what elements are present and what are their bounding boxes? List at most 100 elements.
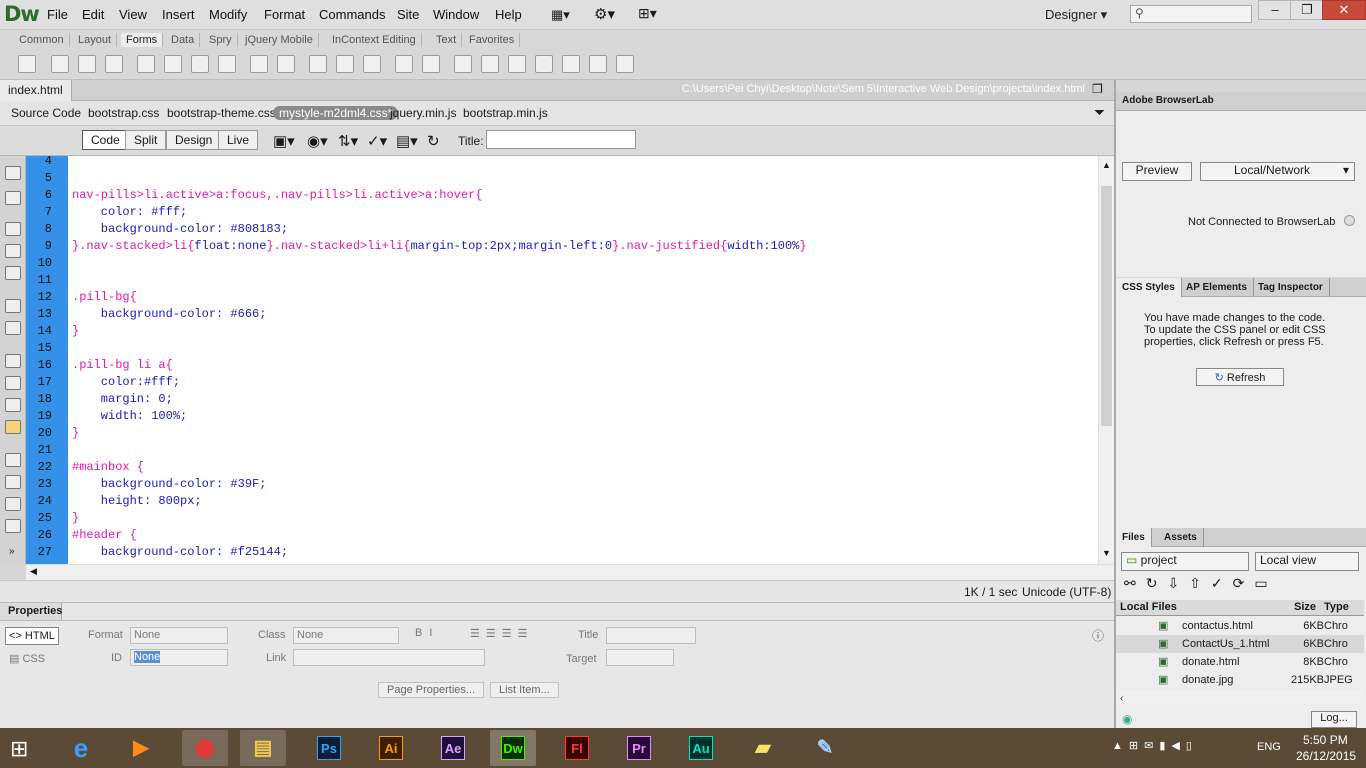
taskbar-app-ai-icon[interactable]: Ai <box>368 730 414 766</box>
file-row[interactable]: ▣ donate.html 8KB Chro <box>1116 653 1364 671</box>
insert-tab-text[interactable]: Text <box>431 33 463 47</box>
scroll-down-icon[interactable]: ▼ <box>1102 548 1111 558</box>
balance-braces-icon[interactable] <box>5 321 21 335</box>
radio-icon[interactable] <box>191 55 209 73</box>
sticky-notes-icon[interactable]: ▰ <box>740 730 786 766</box>
tab-files[interactable]: Files <box>1116 528 1152 547</box>
insert-tab-favorites[interactable]: Favorites <box>464 33 521 47</box>
document-tab[interactable]: index.html <box>0 80 72 101</box>
related-bootstrap-theme[interactable]: bootstrap-theme.css <box>167 106 276 120</box>
properties-header[interactable]: Properties <box>0 603 62 620</box>
title-input[interactable] <box>486 130 636 149</box>
label-icon[interactable] <box>395 55 413 73</box>
highlight-invalid-icon[interactable] <box>5 376 21 390</box>
chrome-icon[interactable]: ◉ <box>182 730 228 766</box>
code-line[interactable]: background-color: #f25144; <box>72 545 288 559</box>
id-select[interactable]: None <box>130 649 228 666</box>
checkbox-icon[interactable] <box>137 55 155 73</box>
tab-tag-inspector[interactable]: Tag Inspector <box>1252 278 1330 297</box>
vertical-scrollbar[interactable]: ▲ ▼ <box>1098 156 1114 564</box>
menu-help[interactable]: Help <box>495 7 522 22</box>
live-view-button[interactable]: Live <box>218 130 259 150</box>
start-icon[interactable]: ⊞ <box>10 736 28 762</box>
code-editor[interactable]: nav-pills>li.active>a:focus,.nav-pills>l… <box>68 156 1098 564</box>
ie-icon[interactable]: e <box>58 730 104 766</box>
code-line[interactable]: background-color: #39F; <box>72 477 267 491</box>
spry-select-icon[interactable] <box>535 55 553 73</box>
file-row[interactable]: ▣ ContactUs_1.html 6KB Chro <box>1116 635 1364 653</box>
jump-menu-icon[interactable] <box>277 55 295 73</box>
mode-select[interactable]: Local/Network ▾ <box>1200 162 1355 181</box>
layout-icon[interactable]: ▦▾ <box>551 7 570 23</box>
files-hscroll[interactable]: ‹ <box>1116 690 1364 704</box>
code-line[interactable]: } <box>72 511 79 525</box>
checkbox-group-icon[interactable] <box>164 55 182 73</box>
site-select[interactable]: ▭ project <box>1121 552 1249 571</box>
code-line[interactable]: #header { <box>72 528 137 542</box>
close-button[interactable]: ✕ <box>1322 0 1366 20</box>
code-line[interactable]: } <box>72 426 79 440</box>
radio-group-icon[interactable] <box>218 55 236 73</box>
clock-time[interactable]: 5:50 PM <box>1303 733 1348 747</box>
taskbar-app-au-icon[interactable]: Au <box>678 730 724 766</box>
related-source-code[interactable]: Source Code <box>11 106 81 120</box>
language-indicator[interactable]: ENG <box>1257 741 1281 753</box>
show-code-navigator-icon[interactable] <box>5 191 21 205</box>
code-line[interactable]: background-color: #666; <box>72 307 267 321</box>
spry-text-field-icon[interactable] <box>454 55 472 73</box>
collapse-full-tag-icon[interactable] <box>5 222 21 236</box>
visual-aids-icon[interactable]: ▤▾ <box>396 132 418 150</box>
taskbar-app-dw-icon[interactable]: Dw <box>490 730 536 766</box>
code-line[interactable]: .pill-bg li a{ <box>72 358 173 372</box>
menu-view[interactable]: View <box>119 7 147 22</box>
spry-radio-group-icon[interactable] <box>616 55 634 73</box>
gear-icon[interactable]: ⚙▾ <box>594 5 615 23</box>
hidden-field-icon[interactable] <box>363 55 381 73</box>
restore-doc-icon[interactable]: ❐ <box>1092 82 1103 96</box>
insert-tab-layout[interactable]: Layout <box>73 33 118 47</box>
browserlab-header[interactable]: Adobe BrowserLab <box>1116 92 1366 111</box>
format-select[interactable]: None <box>130 627 228 644</box>
scroll-left-icon[interactable]: ‹ <box>1116 693 1123 704</box>
fieldset-icon[interactable] <box>422 55 440 73</box>
insert-tab-jquery-mobile[interactable]: jQuery Mobile <box>240 33 319 47</box>
taskbar-app-ps-icon[interactable]: Ps <box>306 730 352 766</box>
tab-assets[interactable]: Assets <box>1158 528 1204 547</box>
menu-insert[interactable]: Insert <box>162 7 195 22</box>
tab-ap-elements[interactable]: AP Elements <box>1180 278 1254 297</box>
css-mode-button[interactable]: ▤ CSS <box>9 652 45 665</box>
file-management-icon[interactable]: ⇅▾ <box>338 132 358 150</box>
validate-icon[interactable]: ✓▾ <box>367 132 387 150</box>
related-mystyle-css[interactable]: mystyle-m2dml4.css* <box>273 106 399 120</box>
restore-button[interactable]: ❐ <box>1290 0 1324 20</box>
taskbar-app-ae-icon[interactable]: Ae <box>430 730 476 766</box>
target-select[interactable] <box>606 649 674 666</box>
insert-tab-incontext[interactable]: InContext Editing <box>327 33 422 47</box>
more-tools-icon[interactable]: » <box>9 546 15 557</box>
scroll-up-icon[interactable]: ▲ <box>1102 160 1111 170</box>
code-line[interactable]: color:#fff; <box>72 375 180 389</box>
filter-icon[interactable]: ⏷ <box>1094 104 1105 121</box>
clock-date[interactable]: 26/12/2015 <box>1296 749 1356 763</box>
insert-tab-forms[interactable]: Forms <box>121 33 164 47</box>
related-bootstrap-js[interactable]: bootstrap.min.js <box>463 106 548 120</box>
file-tools-icons[interactable]: ⚯↻⇩⇧✓⟳▭ <box>1124 575 1278 592</box>
expand-all-icon[interactable] <box>5 266 21 280</box>
minimize-button[interactable]: – <box>1258 0 1292 20</box>
line-numbers-icon[interactable] <box>5 354 21 368</box>
menu-edit[interactable]: Edit <box>82 7 104 22</box>
code-view-button[interactable]: Code <box>82 130 129 150</box>
recent-snippets-icon[interactable] <box>5 519 21 533</box>
menu-format[interactable]: Format <box>264 7 305 22</box>
col-local-files[interactable]: Local Files <box>1120 601 1177 613</box>
file-row[interactable]: ▣ donate.jpg 215KB JPEG <box>1116 671 1364 689</box>
col-size[interactable]: Size <box>1294 601 1316 613</box>
horizontal-scrollbar[interactable]: ◀ <box>26 564 1114 580</box>
menu-file[interactable]: File <box>47 7 68 22</box>
syntax-coloring-icon[interactable] <box>5 420 21 434</box>
html-mode-button[interactable]: <> HTML <box>5 627 59 645</box>
image-field-icon[interactable] <box>309 55 327 73</box>
scroll-left-icon[interactable]: ◀ <box>30 566 37 577</box>
menu-window[interactable]: Window <box>433 7 479 22</box>
code-line[interactable]: } <box>72 324 79 338</box>
